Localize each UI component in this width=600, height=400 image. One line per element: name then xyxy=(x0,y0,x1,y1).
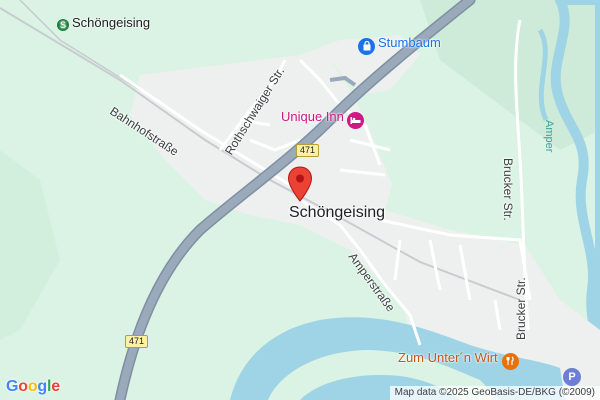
map-attribution[interactable]: Map data ©2025 GeoBasis-DE/BKG (©2009) xyxy=(389,386,600,400)
train-station-icon: S xyxy=(57,19,69,31)
map-pin-icon[interactable] xyxy=(287,166,313,202)
town-label[interactable]: Schöngeising xyxy=(289,204,385,222)
station-label[interactable]: S Schöngeising xyxy=(57,15,150,31)
road-shield-471-south: 471 xyxy=(125,335,149,348)
poi-unique-inn[interactable]: Unique Inn xyxy=(281,109,364,129)
bed-icon xyxy=(346,112,364,129)
map-view[interactable]: S Schöngeising Bahnhofstraße Rothschwaige… xyxy=(0,0,600,400)
poi-stumbaum[interactable]: Stumbaum xyxy=(358,35,441,55)
street-label-brucker-south: Brucker Str. xyxy=(514,277,528,340)
poi-zum-untern-wirt[interactable]: Zum Unter´n Wirt xyxy=(398,350,519,370)
shopping-bag-icon xyxy=(358,37,375,55)
google-logo[interactable]: Google xyxy=(6,378,60,396)
forest-area-west xyxy=(0,150,60,340)
street-label-brucker-north: Brucker Str. xyxy=(501,158,515,221)
parking-icon[interactable]: P xyxy=(563,368,581,386)
river-label-amper: Amper xyxy=(543,120,555,153)
fork-knife-icon xyxy=(501,352,519,370)
road-shield-471-north: 471 xyxy=(296,144,320,157)
